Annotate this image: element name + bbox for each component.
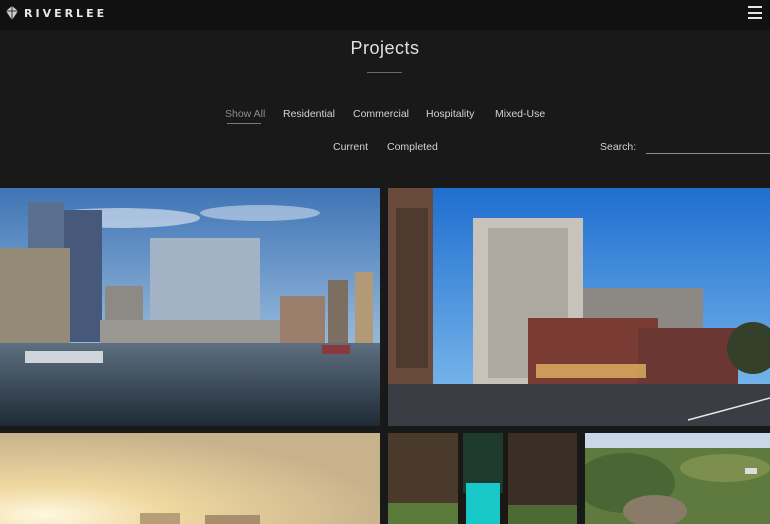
search-label: Search: [600, 141, 637, 153]
page-title: Projects [350, 38, 420, 58]
category-filter-bar: Show All Residential Commercial Hospital… [0, 108, 770, 126]
brand-logo[interactable]: RIVERLEE [6, 6, 107, 20]
brand-name: RIVERLEE [24, 6, 108, 20]
filter-residential[interactable]: Residential [283, 108, 335, 120]
project-tile-city-skyline[interactable] [0, 433, 380, 524]
residential-apartment-building-photo [388, 188, 770, 426]
hamburger-menu-icon[interactable] [748, 6, 762, 19]
filter-hospitality[interactable]: Hospitality [426, 108, 474, 120]
filter-mixed-use[interactable]: Mixed-Use [495, 108, 545, 120]
project-tile-residential-apartments[interactable] [388, 188, 770, 426]
waterfront-office-towers-photo [0, 188, 380, 426]
courtyard-pool-night-photo [388, 433, 577, 524]
filter-commercial[interactable]: Commercial [353, 108, 409, 120]
filter-current[interactable]: Current [333, 141, 368, 153]
diamond-logo-icon [6, 6, 18, 20]
project-tile-waterfront-office[interactable] [0, 188, 380, 426]
search-input[interactable] [646, 140, 770, 154]
title-divider [367, 72, 402, 73]
filter-completed[interactable]: Completed [387, 141, 438, 153]
project-tile-courtyard-pool[interactable] [388, 433, 577, 524]
top-bar: RIVERLEE [0, 0, 770, 30]
city-skyline-sunset-photo [0, 433, 380, 524]
aerial-park-development-photo [585, 433, 770, 524]
filter-show-all[interactable]: Show All [225, 108, 265, 120]
project-tile-aerial-park[interactable] [585, 433, 770, 524]
active-filter-underline [227, 123, 261, 124]
